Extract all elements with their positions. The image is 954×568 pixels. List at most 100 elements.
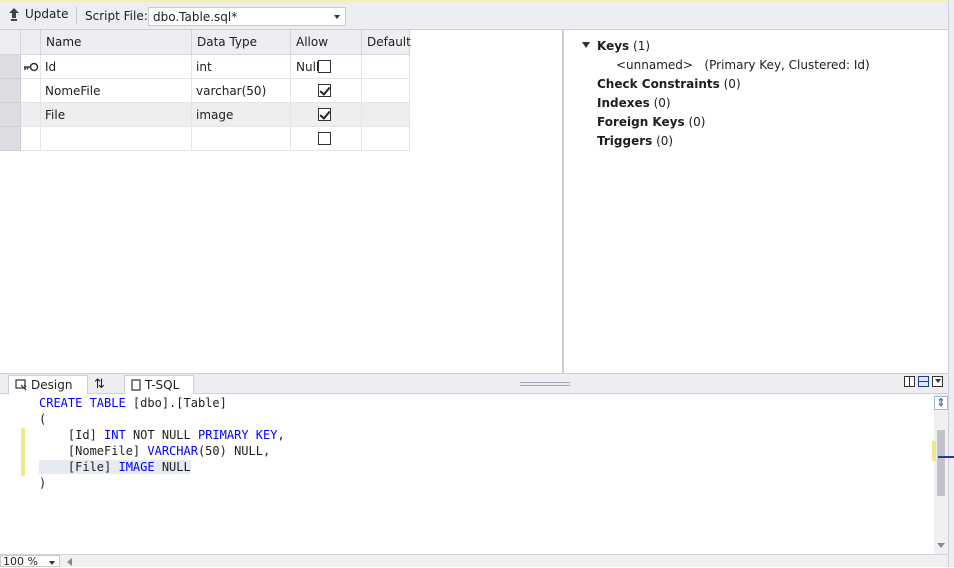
- indexes-label: Indexes: [597, 96, 650, 110]
- code-text: ): [39, 476, 47, 490]
- allow-nulls-checkbox[interactable]: [318, 60, 331, 73]
- check-constraints-node[interactable]: Check Constraints (0): [597, 75, 741, 93]
- key-icon: [24, 62, 39, 72]
- code-line-3: [Id] INT NOT NULL PRIMARY KEY,: [39, 427, 285, 443]
- table-row[interactable]: [0, 127, 410, 151]
- cell-name[interactable]: Id: [41, 55, 192, 79]
- allow-nulls-checkbox[interactable]: [318, 84, 331, 97]
- cell-name[interactable]: NomeFile: [41, 79, 192, 103]
- scrollbar-thumb[interactable]: [937, 430, 945, 496]
- code-text: [Id]: [39, 428, 105, 442]
- code-keyword: CREATE TABLE: [39, 396, 126, 410]
- column-header-default[interactable]: Default: [362, 30, 411, 55]
- cell-name[interactable]: File: [41, 103, 192, 127]
- cell-default[interactable]: [362, 79, 410, 103]
- update-button[interactable]: Update: [8, 7, 68, 21]
- code-text: (50) NULL,: [197, 444, 271, 458]
- row-icon-cell: [21, 55, 41, 79]
- cell-default[interactable]: [362, 103, 410, 127]
- script-file-label: Script File:: [85, 9, 148, 23]
- row-icon-cell: [21, 103, 41, 127]
- cell-allow-nulls[interactable]: [291, 127, 362, 151]
- cell-data-type[interactable]: image: [192, 103, 291, 127]
- tab-design[interactable]: Design: [8, 375, 88, 394]
- cell-default[interactable]: [362, 127, 410, 151]
- column-header-name[interactable]: Name: [41, 30, 192, 55]
- zoom-dropdown[interactable]: 100 %: [0, 555, 60, 567]
- cell-data-type[interactable]: [192, 127, 291, 151]
- tsql-editor[interactable]: CREATE TABLE [dbo].[Table] ( [Id] INT NO…: [0, 394, 934, 554]
- keys-count: (1): [633, 39, 651, 53]
- swap-panes-button[interactable]: ⇅: [88, 375, 118, 394]
- row-selector[interactable]: [0, 79, 21, 103]
- cell-allow-nulls[interactable]: [291, 103, 362, 127]
- allow-nulls-checkbox[interactable]: [318, 132, 331, 145]
- key-item[interactable]: <unnamed> (Primary Key, Clustered: Id): [616, 56, 870, 74]
- code-keyword: IMAGE: [118, 460, 155, 474]
- up-arrow-icon: [9, 8, 19, 21]
- code-text: NOT NULL: [125, 428, 198, 442]
- code-text: (: [39, 412, 47, 426]
- triggers-count: (0): [656, 134, 674, 148]
- editor-horizontal-scrollbar[interactable]: [0, 554, 948, 567]
- code-text: [File]: [39, 460, 119, 474]
- scroll-caret-marker: [938, 456, 954, 458]
- cell-name[interactable]: [41, 127, 192, 151]
- foreign-keys-label: Foreign Keys: [597, 115, 685, 129]
- tab-tsql[interactable]: T-SQL: [124, 375, 194, 394]
- code-text: [dbo].[Table]: [125, 396, 227, 410]
- keys-label: Keys: [597, 39, 630, 53]
- code-text: [NomeFile]: [39, 444, 148, 458]
- table-row[interactable]: NomeFile varchar(50): [0, 79, 410, 103]
- cell-allow-nulls[interactable]: [291, 55, 362, 79]
- tab-design-label: Design: [31, 377, 73, 392]
- split-editor-button[interactable]: ⇕: [934, 396, 948, 410]
- collapse-pane-icon[interactable]: [932, 376, 943, 387]
- row-selector[interactable]: [0, 55, 21, 79]
- split-horizontal-icon[interactable]: [918, 376, 929, 387]
- row-selector[interactable]: [0, 103, 21, 127]
- change-indicator-bar: [21, 428, 25, 476]
- indexes-node[interactable]: Indexes (0): [597, 94, 671, 112]
- code-line-5: [File] IMAGE NULL: [39, 459, 191, 475]
- scroll-left-icon[interactable]: [67, 558, 72, 566]
- foreign-keys-count: (0): [688, 115, 706, 129]
- code-line-1: CREATE TABLE [dbo].[Table]: [39, 395, 227, 411]
- cell-allow-nulls[interactable]: [291, 79, 362, 103]
- table-row[interactable]: Id int: [0, 55, 410, 79]
- horizontal-splitter-grip[interactable]: [520, 382, 570, 386]
- cell-data-type[interactable]: int: [192, 55, 291, 79]
- foreign-keys-node[interactable]: Foreign Keys (0): [597, 113, 705, 131]
- code-line-4: [NomeFile] VARCHAR(50) NULL,: [39, 443, 270, 459]
- code-text: NULL: [154, 460, 191, 474]
- column-header-allow-nulls[interactable]: Allow Nulls: [291, 30, 362, 74]
- cell-default[interactable]: [362, 55, 410, 79]
- scroll-down-icon[interactable]: [937, 543, 945, 548]
- triggers-label: Triggers: [597, 134, 653, 148]
- allow-nulls-checkbox[interactable]: [318, 108, 331, 121]
- cell-data-type[interactable]: varchar(50): [192, 79, 291, 103]
- chevron-down-icon: [334, 15, 340, 19]
- scroll-change-marker: [932, 441, 936, 461]
- pane-tab-bar: Design ⇅ T-SQL: [0, 373, 948, 394]
- code-line-2: (: [39, 411, 46, 427]
- keys-node[interactable]: Keys (1): [597, 37, 650, 55]
- column-header-data-type[interactable]: Data Type: [192, 30, 291, 55]
- split-vertical-icon[interactable]: [904, 376, 915, 387]
- expand-triangle-icon[interactable]: [582, 42, 590, 48]
- toolbar: Update Script File: dbo.Table.sql*: [0, 2, 948, 30]
- chevron-down-icon: [49, 561, 55, 565]
- check-constraints-count: (0): [723, 77, 741, 91]
- key-item-detail: (Primary Key, Clustered: Id): [704, 58, 870, 72]
- grid-corner-header: [0, 30, 21, 55]
- code-line-6: ): [39, 475, 46, 491]
- row-selector[interactable]: [0, 127, 21, 151]
- swap-icon: ⇅: [94, 377, 105, 392]
- row-icon-cell: [21, 79, 41, 103]
- grid-icon-header: [21, 30, 41, 55]
- triggers-node[interactable]: Triggers (0): [597, 132, 673, 150]
- script-file-dropdown[interactable]: dbo.Table.sql*: [148, 7, 346, 26]
- zoom-value: 100 %: [3, 555, 38, 568]
- table-row[interactable]: File image: [0, 103, 410, 127]
- key-item-name: <unnamed>: [616, 58, 693, 72]
